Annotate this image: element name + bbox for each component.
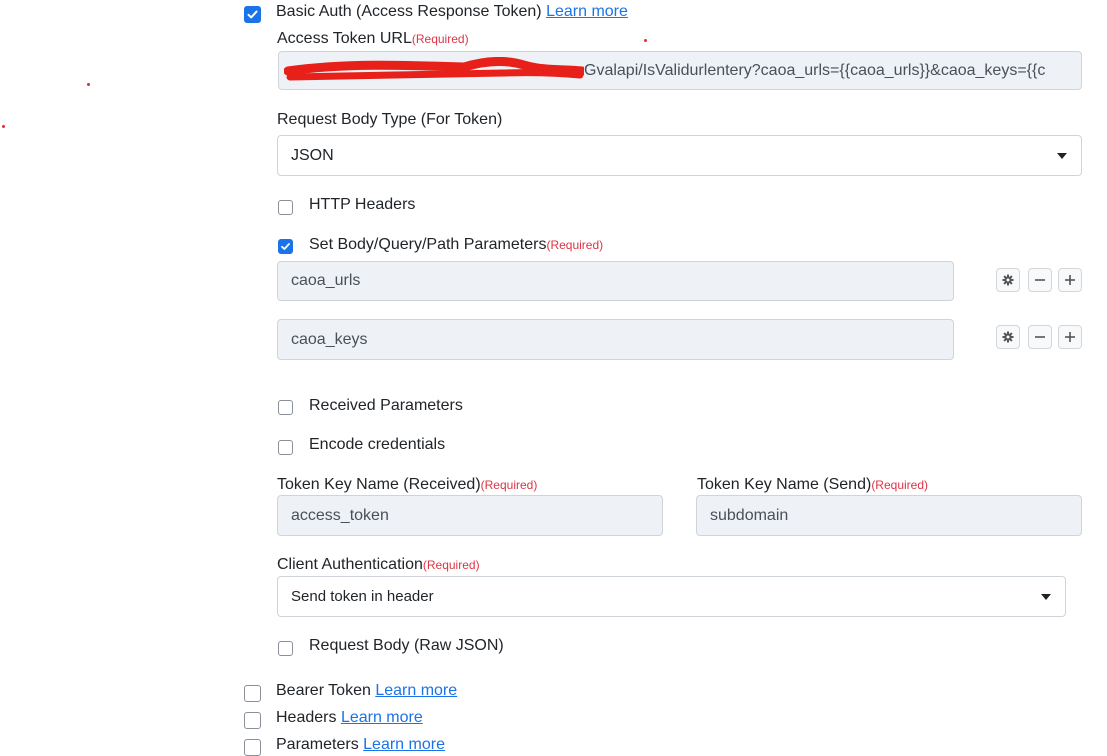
- param-value: caoa_keys: [291, 330, 368, 348]
- request-body-raw-checkbox[interactable]: [278, 641, 293, 656]
- request-body-type-value: JSON: [291, 146, 334, 164]
- token-key-send-value: subdomain: [710, 506, 789, 524]
- request-body-type-label: Request Body Type (For Token): [277, 111, 503, 128]
- access-token-url-label-row: Access Token URL(Required): [277, 29, 469, 49]
- annotation-dot: [644, 39, 647, 42]
- annotation-dot: [2, 125, 5, 128]
- token-key-received-value: access_token: [291, 506, 389, 524]
- token-key-received-input[interactable]: access_token: [277, 495, 663, 536]
- param-settings-button[interactable]: [996, 325, 1020, 349]
- param-value: caoa_urls: [291, 272, 361, 289]
- param-settings-button[interactable]: [996, 268, 1020, 292]
- required-marker: (Required): [422, 558, 480, 572]
- http-headers-checkbox[interactable]: [278, 200, 293, 215]
- required-marker: (Required): [411, 32, 469, 46]
- parameters-label: Parameters: [276, 736, 359, 753]
- headers-label: Headers: [276, 709, 337, 726]
- bearer-token-learn-more-link[interactable]: Learn more: [375, 682, 457, 699]
- token-key-send-label-row: Token Key Name (Send)(Required): [697, 475, 928, 495]
- gear-icon: [1002, 331, 1014, 343]
- headers-row: Headers Learn more: [276, 708, 423, 728]
- checkmark-icon: [281, 243, 290, 250]
- required-marker: (Required): [480, 478, 538, 492]
- plus-icon: [1065, 275, 1075, 285]
- checkmark-icon: [247, 10, 258, 19]
- param-input[interactable]: caoa_keys: [277, 319, 954, 360]
- required-marker: (Required): [871, 478, 929, 492]
- plus-icon: [1065, 332, 1075, 342]
- redaction-scribble: [284, 57, 584, 81]
- bearer-token-row: Bearer Token Learn more: [276, 681, 457, 701]
- required-marker: (Required): [546, 238, 604, 252]
- request-body-type-select[interactable]: JSON: [277, 135, 1082, 176]
- gear-icon: [1002, 274, 1014, 286]
- client-auth-value: Send token in header: [291, 588, 434, 605]
- token-key-received-label-row: Token Key Name (Received)(Required): [277, 475, 537, 495]
- client-auth-label: Client Authentication: [277, 556, 423, 573]
- encode-credentials-label: Encode credentials: [309, 436, 446, 453]
- encode-credentials-checkbox[interactable]: [278, 440, 293, 455]
- headers-learn-more-link[interactable]: Learn more: [341, 709, 423, 726]
- parameters-learn-more-link[interactable]: Learn more: [363, 736, 445, 753]
- minus-icon: [1035, 336, 1045, 338]
- chevron-down-icon: [1057, 152, 1067, 159]
- basic-auth-row: Basic Auth (Access Response Token) Learn…: [276, 2, 628, 22]
- annotation-dot: [87, 83, 90, 86]
- basic-auth-checkbox[interactable]: [244, 6, 261, 23]
- access-token-url-label: Access Token URL: [277, 30, 412, 47]
- http-headers-label: HTTP Headers: [309, 196, 416, 213]
- parameters-row: Parameters Learn more: [276, 735, 445, 755]
- received-params-label: Received Parameters: [309, 397, 463, 414]
- bearer-token-label: Bearer Token: [276, 682, 371, 699]
- param-input[interactable]: caoa_urls: [277, 261, 954, 301]
- param-add-button[interactable]: [1058, 268, 1082, 292]
- param-remove-button[interactable]: [1028, 268, 1052, 292]
- parameters-checkbox[interactable]: [244, 739, 261, 756]
- param-remove-button[interactable]: [1028, 325, 1052, 349]
- received-params-checkbox[interactable]: [278, 400, 293, 415]
- bearer-token-checkbox[interactable]: [244, 685, 261, 702]
- token-key-send-label: Token Key Name (Send): [697, 476, 872, 493]
- set-body-params-label-row: Set Body/Query/Path Parameters(Required): [309, 235, 603, 255]
- basic-auth-label: Basic Auth (Access Response Token): [276, 3, 542, 20]
- token-key-send-input[interactable]: subdomain: [696, 495, 1082, 536]
- minus-icon: [1035, 279, 1045, 281]
- set-body-params-checkbox[interactable]: [278, 239, 293, 254]
- token-key-received-label: Token Key Name (Received): [277, 476, 481, 493]
- client-auth-label-row: Client Authentication(Required): [277, 555, 480, 575]
- access-token-url-value: Gvalapi/IsValidurlentery?caoa_urls={{cao…: [584, 61, 1046, 79]
- headers-checkbox[interactable]: [244, 712, 261, 729]
- request-body-raw-label: Request Body (Raw JSON): [309, 637, 504, 654]
- set-body-params-label: Set Body/Query/Path Parameters: [309, 236, 547, 253]
- chevron-down-icon: [1041, 593, 1051, 600]
- client-auth-select[interactable]: Send token in header: [277, 576, 1066, 617]
- basic-auth-learn-more-link[interactable]: Learn more: [546, 3, 628, 20]
- param-add-button[interactable]: [1058, 325, 1082, 349]
